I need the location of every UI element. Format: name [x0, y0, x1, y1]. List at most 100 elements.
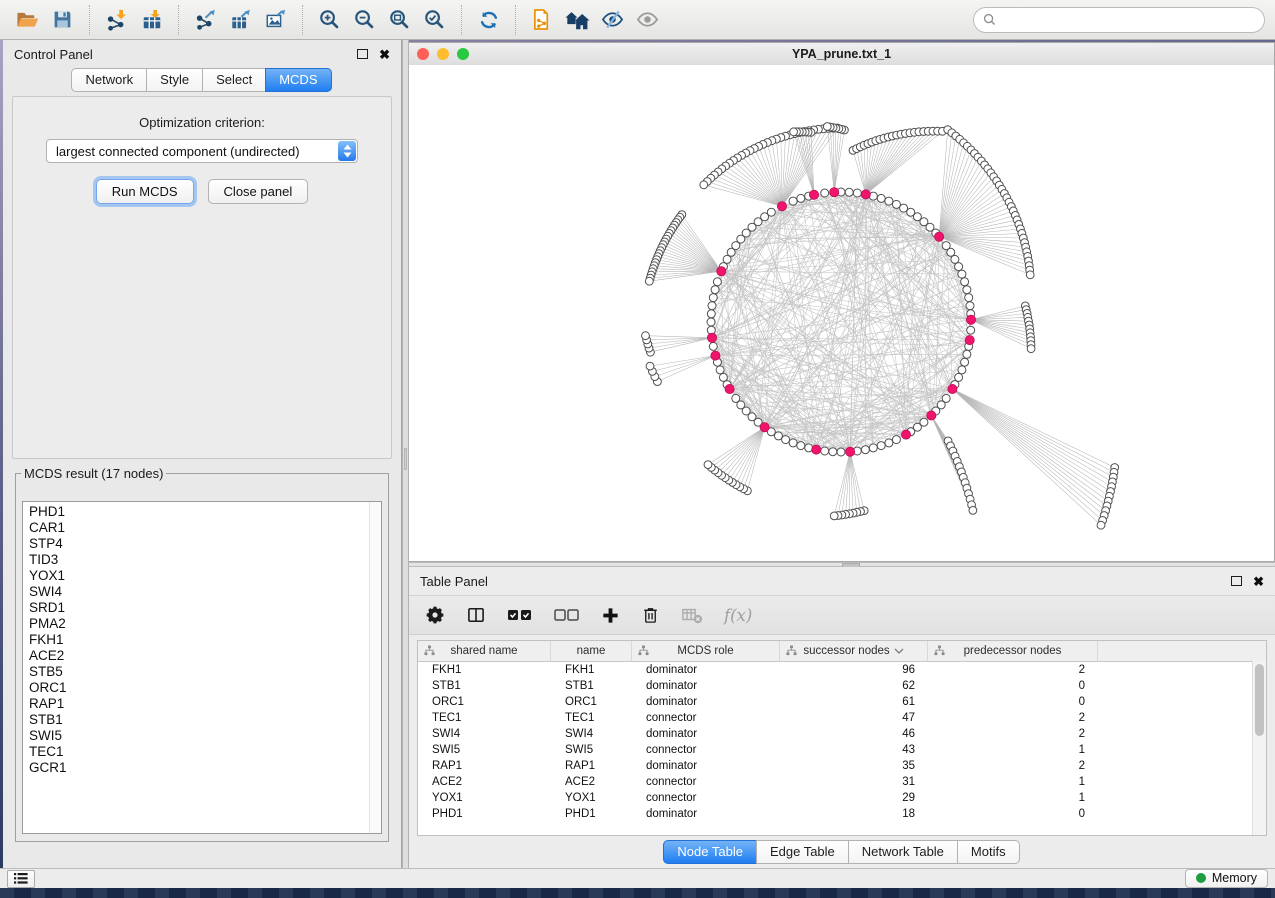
mcds-result-item[interactable]: SRD1: [29, 600, 381, 616]
column-header-predecessor-nodes[interactable]: predecessor nodes: [928, 641, 1098, 661]
scrollbar-thumb[interactable]: [1255, 664, 1264, 736]
import-network-icon[interactable]: [99, 3, 134, 37]
zoom-selected-icon[interactable]: [417, 3, 452, 37]
mcds-result-item[interactable]: STP4: [29, 536, 381, 552]
tab-network[interactable]: Network: [71, 68, 147, 92]
table-row[interactable]: FKH1FKH1dominator962: [418, 662, 1266, 678]
zoom-fit-icon[interactable]: [382, 3, 417, 37]
close-panel-icon[interactable]: ✖: [379, 48, 390, 61]
table-row[interactable]: SWI4SWI4dominator462: [418, 726, 1266, 742]
splitter-grip[interactable]: [404, 448, 407, 470]
control-panel-title: Control Panel: [14, 47, 93, 62]
mcds-result-item[interactable]: YOX1: [29, 568, 381, 584]
export-image-icon[interactable]: [258, 3, 293, 37]
mcds-result-item[interactable]: PHD1: [29, 504, 381, 520]
search-field[interactable]: [973, 7, 1265, 33]
cell-predecessor-nodes: 2: [928, 712, 1098, 724]
cell-mcds-role: dominator: [632, 760, 780, 772]
memory-status-icon: [1196, 873, 1206, 883]
network-window-titlebar[interactable]: YPA_prune.txt_1: [409, 43, 1274, 66]
import-table-icon[interactable]: [134, 3, 169, 37]
network-column-icon: [934, 645, 945, 656]
tab-network-table[interactable]: Network Table: [848, 840, 958, 864]
table-panel-title: Table Panel: [420, 574, 488, 589]
table-scrollbar[interactable]: [1252, 661, 1266, 835]
mcds-result-item[interactable]: CAR1: [29, 520, 381, 536]
mcds-result-item[interactable]: STB5: [29, 664, 381, 680]
tab-mcds[interactable]: MCDS: [265, 68, 331, 92]
cell-name: ACE2: [551, 776, 632, 788]
cell-predecessor-nodes: 1: [928, 744, 1098, 756]
table-row[interactable]: SWI5SWI5connector431: [418, 742, 1266, 758]
split-panel-icon[interactable]: [466, 605, 486, 625]
zoom-in-icon[interactable]: [312, 3, 347, 37]
table-row[interactable]: PHD1PHD1dominator180: [418, 806, 1266, 822]
share-styles-icon[interactable]: [525, 3, 560, 37]
mcds-result-item[interactable]: GCR1: [29, 760, 381, 776]
float-panel-icon[interactable]: [1231, 576, 1242, 586]
close-panel-button[interactable]: Close panel: [208, 179, 309, 204]
mcds-result-item[interactable]: RAP1: [29, 696, 381, 712]
mcds-result-item[interactable]: TEC1: [29, 744, 381, 760]
column-header-successor-nodes[interactable]: successor nodes: [780, 641, 928, 661]
table-row[interactable]: ORC1ORC1dominator610: [418, 694, 1266, 710]
mcds-result-item[interactable]: SWI4: [29, 584, 381, 600]
save-session-icon[interactable]: [45, 3, 80, 37]
mcds-result-item[interactable]: ACE2: [29, 648, 381, 664]
table-row[interactable]: RAP1RAP1dominator352: [418, 758, 1266, 774]
column-header-mcds-role[interactable]: MCDS role: [632, 641, 780, 661]
mcds-result-item[interactable]: STB1: [29, 712, 381, 728]
table-row[interactable]: ACE2ACE2connector311: [418, 774, 1266, 790]
memory-button[interactable]: Memory: [1185, 869, 1268, 888]
close-panel-icon[interactable]: ✖: [1253, 575, 1264, 588]
cell-shared-name: SWI4: [418, 728, 551, 740]
network-window-title: YPA_prune.txt_1: [409, 47, 1274, 61]
hide-selected-icon[interactable]: [595, 3, 630, 37]
table-row[interactable]: YOX1YOX1connector291: [418, 790, 1266, 806]
open-file-icon[interactable]: [10, 3, 45, 37]
tab-edge-table[interactable]: Edge Table: [756, 840, 849, 864]
optimization-criterion-select[interactable]: largest connected component (undirected): [46, 139, 358, 163]
tab-style[interactable]: Style: [146, 68, 203, 92]
network-graph[interactable]: [409, 65, 1275, 561]
tasks-list-button[interactable]: [7, 870, 35, 888]
search-input[interactable]: [1002, 12, 1255, 28]
zoom-out-icon[interactable]: [347, 3, 382, 37]
table-options-gear-icon[interactable]: [425, 605, 445, 625]
column-header-shared-name[interactable]: shared name: [418, 641, 551, 661]
select-all-icon[interactable]: [507, 607, 533, 623]
toolbar-separator: [178, 5, 179, 35]
delete-column-icon[interactable]: [641, 605, 660, 625]
list-scrollbar[interactable]: [369, 502, 381, 833]
mcds-result-list[interactable]: PHD1CAR1STP4TID3YOX1SWI4SRD1PMA2FKH1ACE2…: [22, 501, 382, 834]
right-stack: YPA_prune.txt_1 Table Panel ✖: [409, 40, 1275, 868]
tab-motifs[interactable]: Motifs: [957, 840, 1020, 864]
table-row[interactable]: TEC1TEC1connector472: [418, 710, 1266, 726]
vertical-splitter[interactable]: [402, 40, 409, 868]
column-header-name[interactable]: name: [551, 641, 632, 661]
mcds-result-group: MCDS result (17 nodes) PHD1CAR1STP4TID3Y…: [15, 466, 389, 842]
cell-successor-nodes: 43: [780, 744, 928, 756]
float-panel-icon[interactable]: [357, 49, 368, 59]
network-canvas[interactable]: [409, 65, 1274, 561]
mcds-result-item[interactable]: PMA2: [29, 616, 381, 632]
mcds-result-item[interactable]: TID3: [29, 552, 381, 568]
export-table-icon[interactable]: [223, 3, 258, 37]
unselect-all-icon[interactable]: [554, 607, 580, 623]
mcds-result-item[interactable]: FKH1: [29, 632, 381, 648]
desktop-wallpaper-bottom: [0, 888, 1275, 898]
add-column-icon[interactable]: [601, 606, 620, 625]
refresh-view-icon[interactable]: [471, 3, 506, 37]
run-mcds-button[interactable]: Run MCDS: [96, 179, 194, 204]
tab-node-table[interactable]: Node Table: [663, 840, 757, 864]
tab-select[interactable]: Select: [202, 68, 266, 92]
show-hidden-icon[interactable]: [630, 3, 665, 37]
table-row[interactable]: STB1STB1dominator620: [418, 678, 1266, 694]
function-builder-icon[interactable]: f(x): [724, 606, 752, 625]
cell-name: FKH1: [551, 664, 632, 676]
mcds-result-item[interactable]: SWI5: [29, 728, 381, 744]
delete-table-icon[interactable]: [681, 605, 703, 625]
export-network-icon[interactable]: [188, 3, 223, 37]
mcds-result-item[interactable]: ORC1: [29, 680, 381, 696]
first-neighbors-icon[interactable]: [560, 3, 595, 37]
